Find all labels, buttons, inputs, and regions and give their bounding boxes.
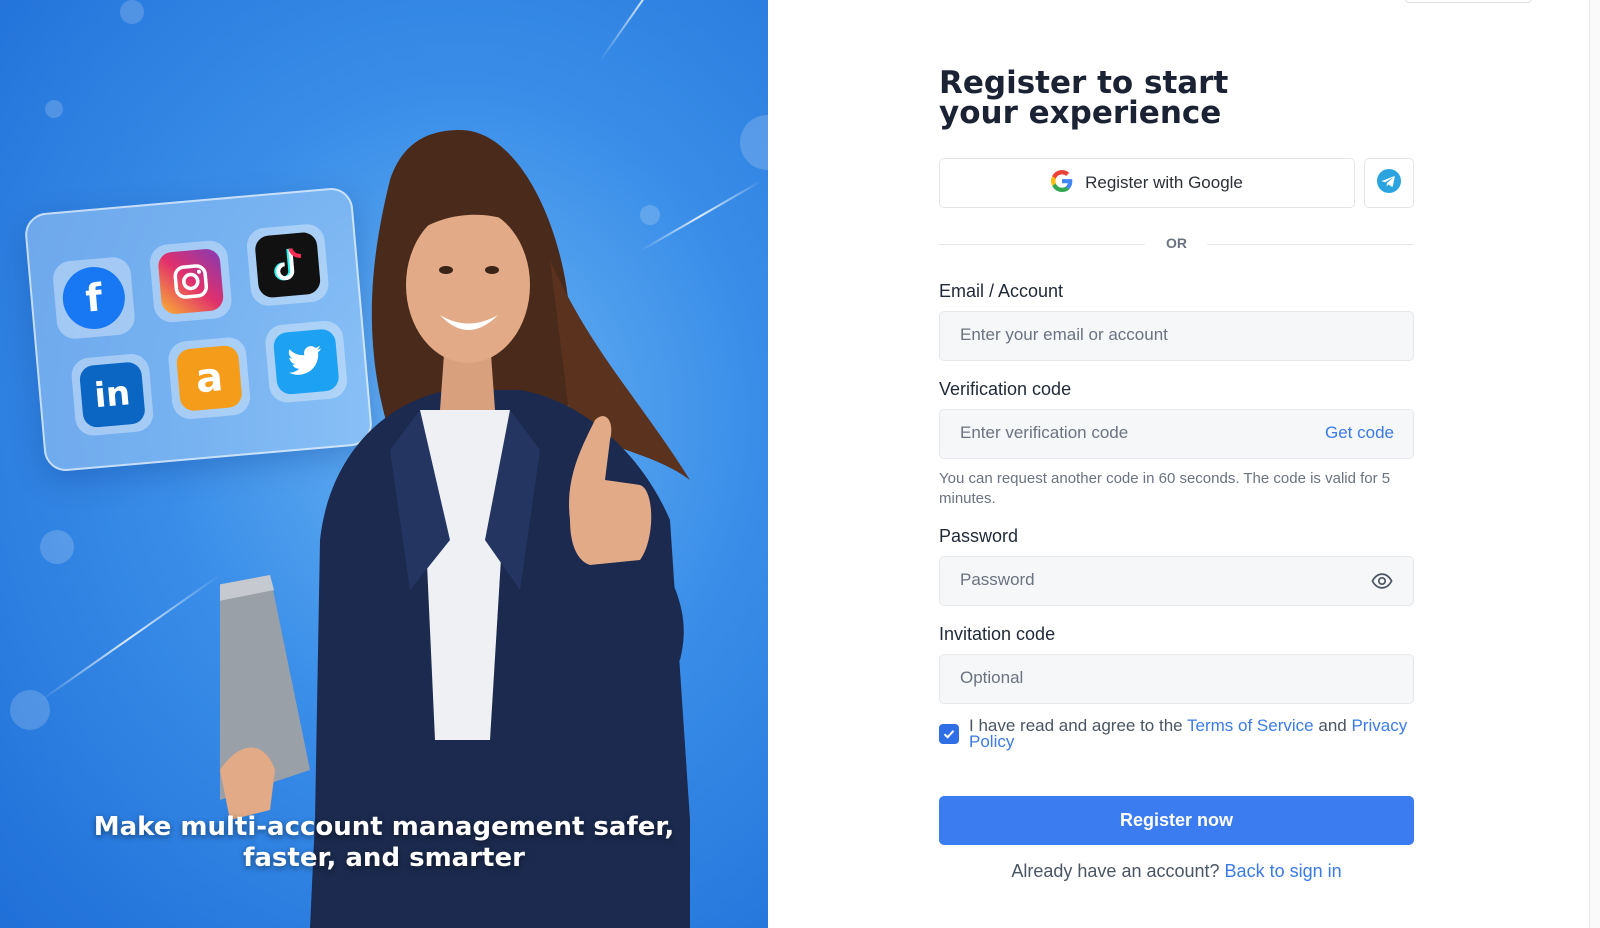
light-streak [599, 0, 693, 62]
verification-code-label: Verification code [939, 379, 1072, 399]
facebook-tile: f [51, 255, 137, 341]
telegram-icon [1377, 168, 1401, 198]
divider-text: OR [1166, 235, 1187, 251]
hero-caption: Make multi-account management safer, fas… [0, 812, 768, 874]
scrollbar-track[interactable] [1589, 0, 1600, 928]
verification-code-field-wrap: Get code [939, 409, 1414, 459]
signin-row: Already have an account? Back to sign in [939, 861, 1414, 882]
bokeh-bubble [45, 100, 63, 118]
google-register-label: Register with Google [1085, 173, 1243, 192]
email-field[interactable] [940, 312, 1340, 358]
google-register-button[interactable]: Register with Google [939, 158, 1355, 208]
back-to-signin-link[interactable]: Back to sign in [1225, 861, 1342, 881]
signin-prompt: Already have an account? [1011, 861, 1220, 881]
invitation-code-field[interactable] [940, 655, 1340, 701]
email-field-wrap [939, 311, 1414, 361]
password-label: Password [939, 526, 1019, 546]
agree-and: and [1318, 716, 1347, 735]
divider-line-right [1207, 244, 1414, 245]
instagram-icon [157, 247, 225, 316]
password-field[interactable] [940, 557, 1340, 603]
bokeh-bubble [740, 115, 768, 170]
agree-text: I have read and agree to the Terms of Se… [969, 716, 1414, 750]
light-streak [39, 573, 221, 702]
get-code-button[interactable]: Get code [1325, 423, 1394, 443]
or-divider: OR [939, 234, 1414, 254]
top-tab-edge [1405, 0, 1532, 3]
hero-panel: f in a Make multi-account management saf… [0, 0, 768, 928]
check-icon [943, 730, 955, 739]
invitation-code-label: Invitation code [939, 624, 1056, 644]
hero-caption-line1: Make multi-account management safer, [93, 812, 675, 842]
social-login-row: Register with Google [939, 158, 1414, 208]
bokeh-bubble [40, 530, 74, 564]
email-label: Email / Account [939, 281, 1064, 301]
verification-code-field[interactable] [940, 410, 1340, 456]
telegram-register-button[interactable] [1364, 158, 1414, 208]
agree-checkbox[interactable] [939, 724, 959, 744]
hero-caption-line2: faster, and smarter [243, 843, 525, 873]
invitation-code-field-wrap [939, 654, 1414, 704]
register-button[interactable]: Register now [939, 796, 1414, 845]
google-icon [1051, 169, 1073, 197]
terms-of-service-link[interactable]: Terms of Service [1187, 716, 1314, 735]
bokeh-bubble [120, 0, 144, 24]
linkedin-tile: in [70, 352, 155, 438]
businesswoman-illustration [220, 130, 690, 928]
facebook-icon: f [60, 264, 128, 332]
bokeh-bubble [10, 690, 50, 730]
verification-code-hint: You can request another code in 60 secon… [939, 470, 1391, 507]
show-password-icon[interactable] [1371, 570, 1393, 597]
linkedin-icon: in [78, 361, 146, 429]
page-title: Register to start your experience [939, 65, 1229, 131]
register-form: Register to start your experience Regist… [939, 60, 1414, 881]
password-field-wrap [939, 556, 1414, 606]
